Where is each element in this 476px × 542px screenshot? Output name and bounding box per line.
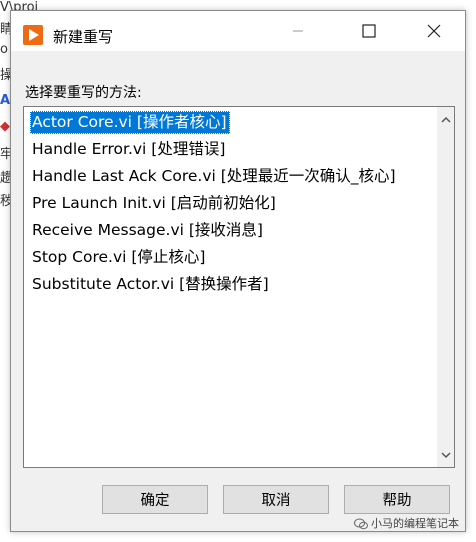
method-list: Actor Core.vi [操作者核心] Handle Error.vi [处…	[24, 109, 437, 298]
list-item-handle-error[interactable]: Handle Error.vi [处理错误]	[24, 136, 437, 163]
close-button[interactable]	[411, 11, 457, 51]
list-item-label: Handle Error.vi [处理错误]	[32, 140, 226, 158]
list-item-pre-launch-init[interactable]: Pre Launch Init.vi [启动前初始化]	[24, 190, 437, 217]
vertical-scrollbar[interactable]	[437, 107, 454, 467]
list-item-actor-core[interactable]: Actor Core.vi [操作者核心]	[24, 109, 437, 136]
list-item-label: Substitute Actor.vi [替换操作者]	[32, 275, 269, 293]
maximize-button[interactable]	[346, 11, 392, 51]
method-listbox[interactable]: Actor Core.vi [操作者核心] Handle Error.vi [处…	[23, 106, 455, 468]
list-item-label: Receive Message.vi [接收消息]	[32, 221, 263, 239]
dialog-title: 新建重写	[53, 28, 114, 46]
ok-button[interactable]: 确定	[102, 485, 208, 514]
background-icon: ◆	[0, 119, 10, 134]
method-prompt-label: 选择要重写的方法:	[25, 85, 142, 101]
labview-app-icon	[23, 25, 43, 45]
chevron-up-icon	[440, 116, 451, 123]
scroll-up-button[interactable]	[437, 111, 454, 128]
list-item-receive-message[interactable]: Receive Message.vi [接收消息]	[24, 217, 437, 244]
list-item-label: Pre Launch Init.vi [启动前初始化]	[32, 194, 276, 212]
list-item-label: Handle Last Ack Core.vi [处理最近一次确认_核心]	[32, 167, 396, 185]
cancel-button[interactable]: 取消	[223, 485, 329, 514]
scroll-down-button[interactable]	[437, 446, 454, 463]
background-text: o	[0, 42, 8, 57]
list-item-stop-core[interactable]: Stop Core.vi [停止核心]	[24, 244, 437, 271]
watermark-text: 小马的编程笔记本	[371, 517, 459, 530]
list-item-handle-last-ack-core[interactable]: Handle Last Ack Core.vi [处理最近一次确认_核心]	[24, 163, 437, 190]
minimize-button[interactable]	[275, 11, 321, 51]
maximize-icon	[362, 24, 376, 38]
list-item-label: Actor Core.vi [操作者核心]	[30, 111, 230, 134]
minimize-icon	[293, 30, 303, 32]
new-override-dialog: 新建重写 选择要重写的方法: Actor Core.vi [操作者核心] Han…	[10, 10, 466, 532]
chevron-down-icon	[440, 451, 451, 458]
wechat-icon	[354, 518, 368, 530]
watermark: 小马的编程笔记本	[354, 515, 459, 531]
title-bar[interactable]: 新建重写	[11, 11, 465, 51]
help-button[interactable]: 帮助	[344, 485, 450, 514]
close-icon	[427, 24, 441, 38]
list-item-substitute-actor[interactable]: Substitute Actor.vi [替换操作者]	[24, 271, 437, 298]
list-item-label: Stop Core.vi [停止核心]	[32, 248, 206, 266]
